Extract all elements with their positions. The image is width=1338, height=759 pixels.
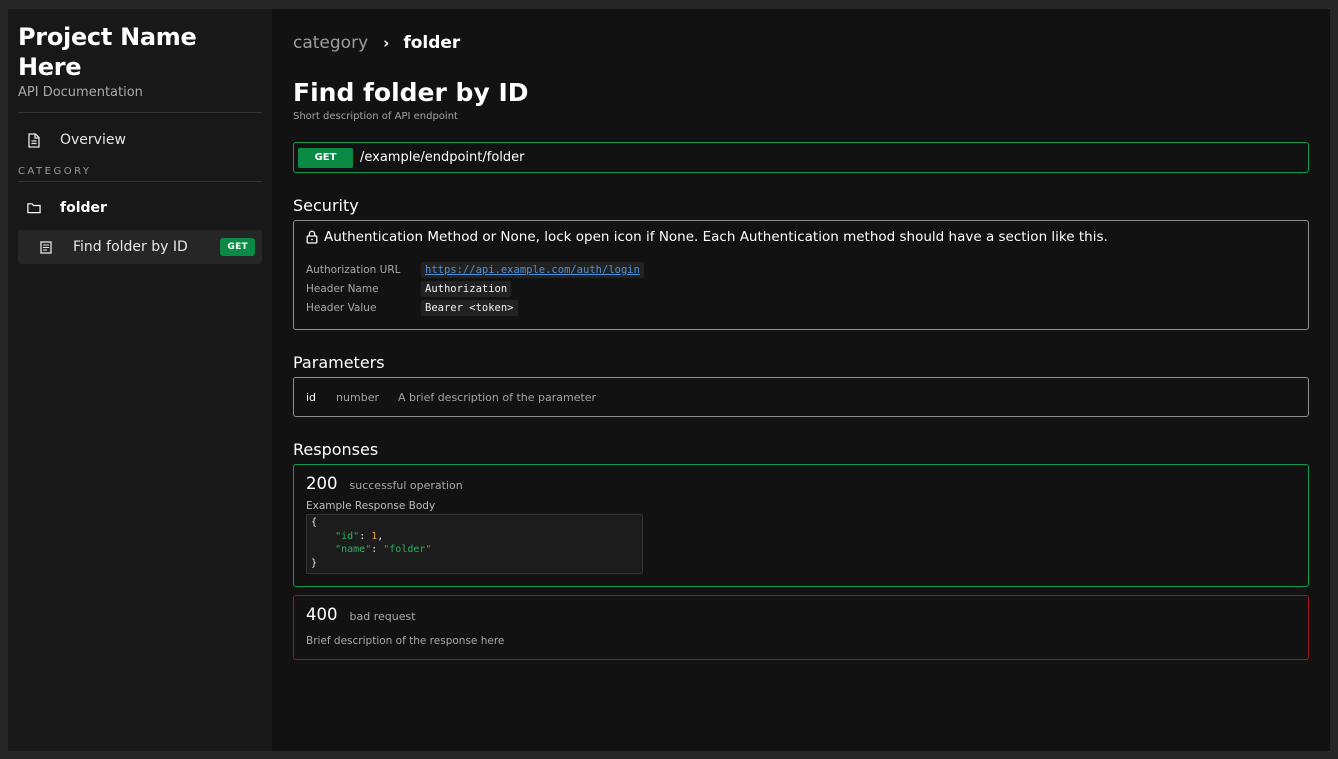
code-value-name: "folder" [383, 544, 432, 555]
security-row-value: Bearer <token> [421, 300, 518, 316]
security-row: Authorization URL https://api.example.co… [306, 262, 1296, 278]
sidebar-item-find-folder[interactable]: Find folder by ID GET [18, 230, 262, 264]
response-400: 400 bad request Brief description of the… [293, 595, 1309, 660]
lock-icon [306, 230, 318, 244]
code-brace-open: { [311, 517, 318, 528]
project-subtitle: API Documentation [18, 85, 143, 100]
response-header: 200 successful operation [306, 474, 1296, 493]
document-icon [27, 132, 41, 148]
sidebar-item-label: Find folder by ID [73, 239, 188, 255]
response-description: Brief description of the response here [306, 635, 505, 647]
security-row-value: Authorization [421, 281, 512, 297]
chevron-right-icon: › [383, 34, 390, 52]
breadcrumb-current: folder [403, 33, 461, 53]
endpoint-path: /example/endpoint/folder [360, 150, 525, 165]
page-title: Find folder by ID [293, 78, 529, 107]
sidebar-item-label: folder [60, 200, 107, 216]
sidebar-item-overview[interactable]: Overview [18, 123, 262, 157]
code-key-id: "id" [335, 530, 360, 542]
breadcrumb: category › folder [293, 31, 1309, 55]
sidebar-item-label: Overview [60, 132, 126, 148]
response-code: 200 [306, 474, 338, 493]
page-description: Short description of API endpoint [293, 111, 458, 122]
security-row-key: Header Value [306, 302, 377, 314]
parameters-heading: Parameters [293, 353, 385, 372]
method-badge: GET [220, 238, 255, 256]
app-frame: Project Name Here API Documentation Over… [8, 9, 1330, 751]
method-badge: GET [298, 147, 353, 168]
response-body-code: { "id": 1, "name": "folder" } [306, 514, 643, 574]
security-heading: Security [293, 196, 359, 215]
security-row: Header Name Authorization [306, 281, 1296, 297]
response-header: 400 bad request [306, 605, 1296, 624]
response-code: 400 [306, 605, 338, 624]
auth-url-link[interactable]: https://api.example.com/auth/login [421, 262, 644, 278]
code-key-name: "name" [335, 544, 372, 555]
sidebar: Project Name Here API Documentation Over… [8, 9, 272, 751]
security-method-text: Authentication Method or None, lock open… [324, 229, 1108, 245]
responses-heading: Responses [293, 440, 379, 459]
parameter-name: id [306, 390, 317, 404]
response-text: bad request [349, 610, 416, 623]
parameter-row: id number A brief description of the par… [293, 377, 1309, 417]
main-content: category › folder Find folder by ID Shor… [272, 9, 1330, 751]
security-row-key: Authorization URL [306, 264, 401, 276]
endpoint-bar: GET /example/endpoint/folder [293, 142, 1309, 173]
list-document-icon [40, 239, 54, 255]
response-text: successful operation [349, 479, 463, 492]
sidebar-divider [18, 112, 262, 113]
response-200: 200 successful operation Example Respons… [293, 464, 1309, 587]
response-body-label: Example Response Body [306, 500, 436, 512]
folder-icon [27, 200, 41, 216]
security-method-heading: Authentication Method or None, lock open… [306, 229, 1296, 245]
security-box: Authentication Method or None, lock open… [293, 220, 1309, 330]
parameter-type: number [336, 390, 379, 404]
sidebar-category-heading: CATEGORY [18, 166, 262, 182]
code-value-id: 1 [371, 530, 378, 542]
code-brace-close: } [311, 557, 318, 569]
breadcrumb-category[interactable]: category [293, 33, 368, 53]
parameter-description: A brief description of the parameter [397, 390, 597, 404]
sidebar-item-folder[interactable]: folder [18, 191, 262, 225]
security-row-key: Header Name [306, 283, 379, 295]
project-title: Project Name Here [18, 23, 197, 81]
security-row: Header Value Bearer <token> [306, 300, 1296, 316]
